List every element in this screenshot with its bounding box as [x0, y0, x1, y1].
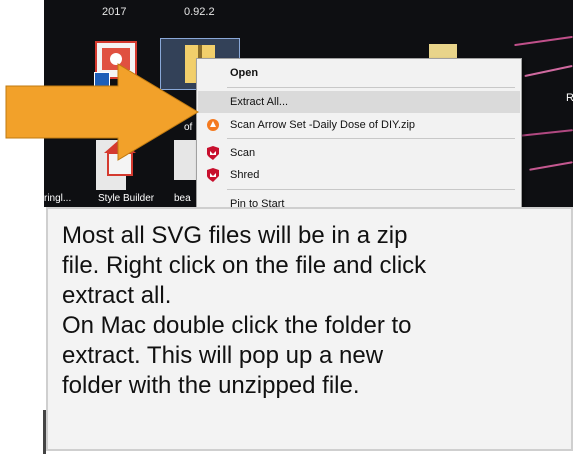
menu-item-open[interactable]: Open [198, 62, 520, 84]
menu-item-label: Pin to Start [230, 198, 285, 207]
instruction-callout: Most all SVG files will be in a zip file… [46, 207, 573, 451]
menu-item-label: Open [230, 67, 259, 79]
mcafee-shield-icon [207, 168, 219, 182]
wallpaper-streak [524, 64, 573, 78]
callout-line: Most all SVG files will be in a zip [62, 222, 408, 249]
menu-item-extract-all[interactable]: Extract All... [198, 91, 520, 113]
arrow-right-icon [5, 63, 199, 161]
menu-item-shred[interactable]: Shred [198, 164, 520, 186]
menu-separator [227, 138, 515, 139]
callout-line: extract. This will pop up a new [62, 342, 384, 369]
menu-item-label: Shred [230, 169, 260, 181]
callout-line: folder with the unzipped file. [62, 372, 360, 399]
menu-item-label: Scan [230, 147, 256, 159]
callout-line: On Mac double click the folder to [62, 312, 412, 339]
menu-separator [227, 87, 515, 88]
desktop-icon-label-bea: bea [174, 193, 191, 204]
callout-text: Most all SVG files will be in a zip file… [62, 221, 567, 401]
desktop-icon-label-1: ringl... [44, 193, 72, 204]
menu-item-avast-scan[interactable]: Scan Arrow Set -Daily Dose of DIY.zip [198, 114, 520, 136]
right-edge-text: R [566, 92, 573, 104]
top-label-version: 0.92.2 [184, 6, 215, 18]
menu-item-scan[interactable]: Scan [198, 142, 520, 164]
wallpaper-streak [529, 161, 573, 171]
menu-item-label: Extract All... [230, 96, 289, 108]
context-menu: Open Extract All... Scan Arrow Set -Dail… [196, 58, 522, 207]
menu-item-pin-to-start[interactable]: Pin to Start [198, 193, 520, 207]
callout-line: extract all. [62, 282, 172, 309]
menu-separator [227, 189, 515, 190]
callout-line: file. Right click on the file and click [62, 252, 427, 279]
menu-item-label: Scan Arrow Set -Daily Dose of DIY.zip [230, 119, 416, 131]
desktop-icon-label-style-builder: Style Builder [98, 193, 155, 204]
wallpaper-streak [514, 35, 573, 47]
wallpaper-streak [519, 129, 573, 137]
top-label-year: 2017 [102, 6, 127, 18]
